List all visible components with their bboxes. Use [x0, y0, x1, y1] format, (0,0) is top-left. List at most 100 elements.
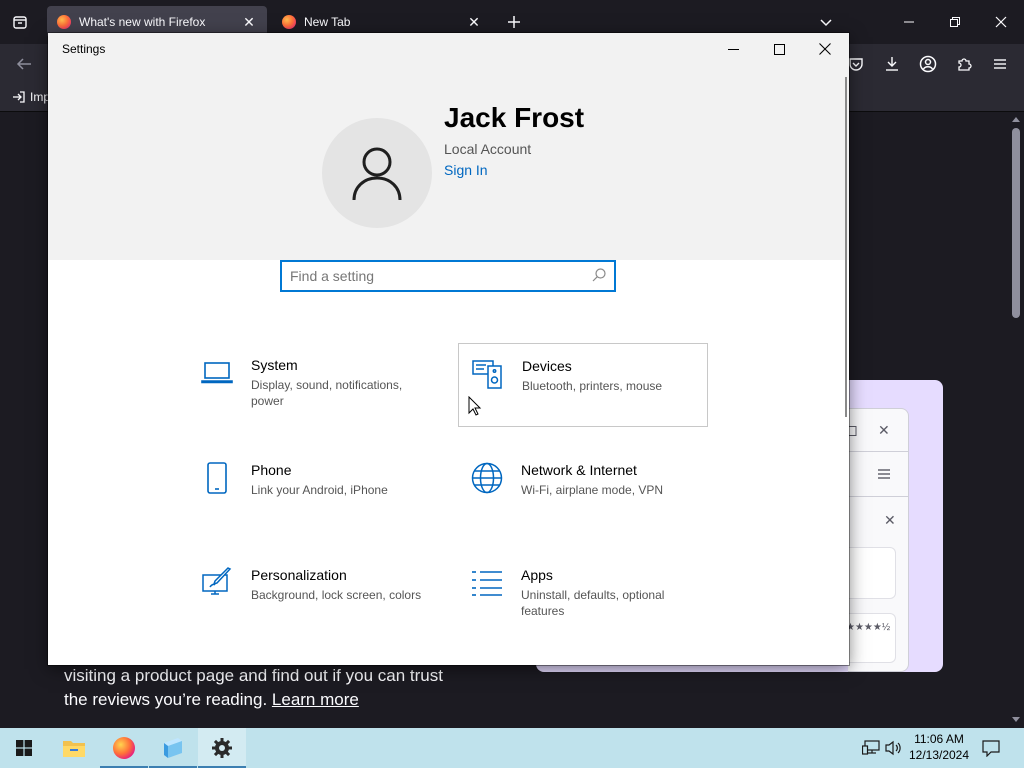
- category-name: Devices: [522, 358, 572, 374]
- network-tray-icon[interactable]: [861, 738, 881, 758]
- downloads-button[interactable]: [878, 50, 906, 78]
- category-text: Apps Uninstall, defaults, optional featu…: [521, 567, 681, 619]
- windows-logo-icon: [16, 740, 32, 756]
- firefox-icon: [113, 737, 135, 759]
- restore-icon: [950, 17, 960, 27]
- category-devices[interactable]: Devices Bluetooth, printers, mouse: [458, 343, 708, 427]
- mock-close-icon: ✕: [878, 422, 890, 438]
- category-text: System Display, sound, notifications, po…: [251, 357, 411, 409]
- browser-restore-button[interactable]: [941, 8, 969, 36]
- settings-close-button[interactable]: [802, 33, 848, 65]
- mouse-cursor-icon: [468, 396, 482, 416]
- page-scrollbar[interactable]: [1008, 113, 1024, 728]
- puzzle-icon: [958, 58, 972, 71]
- taskbar-settings[interactable]: [198, 728, 246, 768]
- start-button[interactable]: [0, 728, 48, 768]
- firefox-favicon-icon: [282, 15, 296, 29]
- category-network-internet[interactable]: Network & Internet Wi-Fi, airplane mode,…: [471, 462, 711, 498]
- category-personalization[interactable]: Personalization Background, lock screen,…: [201, 567, 441, 603]
- category-system[interactable]: System Display, sound, notifications, po…: [201, 357, 431, 409]
- category-apps[interactable]: Apps Uninstall, defaults, optional featu…: [471, 567, 711, 619]
- taskbar-file-explorer[interactable]: [50, 728, 98, 768]
- search-icon[interactable]: [592, 268, 606, 282]
- pocket-icon: [849, 58, 863, 71]
- speaker-icon: [885, 740, 901, 756]
- learn-more-link[interactable]: Learn more: [272, 690, 359, 709]
- mock-divider: [848, 451, 909, 452]
- globe-icon: [471, 462, 503, 494]
- page-scrollbar-thumb[interactable]: [1012, 128, 1020, 318]
- clock-date: 12/13/2024: [908, 748, 970, 762]
- category-description: Wi-Fi, airplane mode, VPN: [521, 483, 664, 497]
- mock-divider: [848, 496, 909, 497]
- category-text: Network & Internet Wi-Fi, airplane mode,…: [521, 462, 691, 498]
- search-input[interactable]: [290, 267, 580, 285]
- firefox-view-icon: [13, 16, 27, 29]
- search-box[interactable]: [280, 260, 616, 292]
- paint-icon: [201, 567, 233, 599]
- clock-time: 11:06 AM: [914, 732, 964, 746]
- list-all-tabs-button[interactable]: [812, 8, 840, 36]
- phone-icon: [201, 462, 233, 494]
- promo-line-2-text: the reviews you’re reading.: [64, 690, 268, 709]
- settings-minimize-button[interactable]: [710, 33, 756, 65]
- maximize-icon: [773, 43, 785, 55]
- mock-panel-close-icon: ✕: [884, 512, 896, 528]
- new-tab-button[interactable]: [500, 8, 528, 36]
- tab-close-icon[interactable]: ✕: [466, 14, 482, 30]
- scroll-down-arrow-icon[interactable]: [1012, 717, 1020, 723]
- account-icon: [919, 55, 937, 73]
- firefox-view-button[interactable]: [6, 8, 34, 36]
- category-text: Personalization Background, lock screen,…: [251, 567, 431, 603]
- taskbar-app-installer[interactable]: [149, 728, 197, 768]
- category-name: Apps: [521, 567, 553, 583]
- app-installer-icon: [164, 738, 182, 758]
- category-description: Bluetooth, printers, mouse: [522, 379, 663, 393]
- firefox-favicon-icon: [57, 15, 71, 29]
- browser-close-button[interactable]: [987, 8, 1015, 36]
- scroll-up-arrow-icon[interactable]: [1012, 116, 1020, 122]
- promo-line-2: the reviews you’re reading. Learn more: [64, 688, 504, 712]
- category-name: Phone: [251, 462, 292, 478]
- promo-line-1: visiting a product page and find out if …: [64, 666, 443, 685]
- category-name: Network & Internet: [521, 462, 637, 478]
- user-name: Jack Frost: [444, 102, 585, 133]
- import-bookmarks-button[interactable]: Imp: [12, 90, 50, 104]
- app-menu-button[interactable]: [986, 50, 1014, 78]
- taskbar: 11:06 AM 12/13/2024: [0, 728, 1024, 768]
- minimize-icon: [727, 48, 739, 50]
- taskbar-firefox[interactable]: [100, 728, 148, 768]
- volume-tray-icon[interactable]: [884, 738, 904, 758]
- settings-window-title: Settings: [62, 42, 106, 56]
- user-icon: [352, 147, 402, 201]
- category-description: Uninstall, defaults, optional features: [521, 588, 665, 618]
- account-button[interactable]: [914, 50, 942, 78]
- action-center-button[interactable]: [981, 738, 1001, 758]
- category-phone[interactable]: Phone Link your Android, iPhone: [201, 462, 431, 498]
- minimize-icon: [904, 21, 914, 23]
- category-description: Link your Android, iPhone: [251, 483, 388, 497]
- tab-title: What's new with Firefox: [79, 15, 206, 29]
- apps-list-icon: [471, 567, 503, 599]
- hamburger-menu-icon: [994, 59, 1006, 69]
- settings-scrollbar[interactable]: [845, 77, 847, 417]
- devices-icon: [472, 358, 504, 390]
- chevron-down-icon: [820, 19, 832, 27]
- settings-title-bar[interactable]: Settings: [48, 33, 849, 65]
- close-icon: [819, 43, 831, 55]
- back-button[interactable]: [10, 50, 38, 78]
- category-name: System: [251, 357, 298, 373]
- mock-menu-icon: [878, 469, 890, 479]
- notification-icon: [982, 740, 1000, 757]
- extensions-button[interactable]: [950, 50, 978, 78]
- settings-maximize-button[interactable]: [756, 33, 802, 65]
- tab-close-icon[interactable]: ✕: [241, 14, 257, 30]
- sign-in-link[interactable]: Sign In: [444, 162, 488, 178]
- taskbar-clock[interactable]: 11:06 AM 12/13/2024: [904, 731, 974, 763]
- download-icon: [886, 57, 898, 71]
- avatar[interactable]: [322, 118, 432, 228]
- mock-maximize-icon: [848, 426, 857, 436]
- gear-icon: [212, 738, 232, 758]
- browser-minimize-button[interactable]: [895, 8, 923, 36]
- category-text: Devices Bluetooth, printers, mouse: [522, 358, 692, 394]
